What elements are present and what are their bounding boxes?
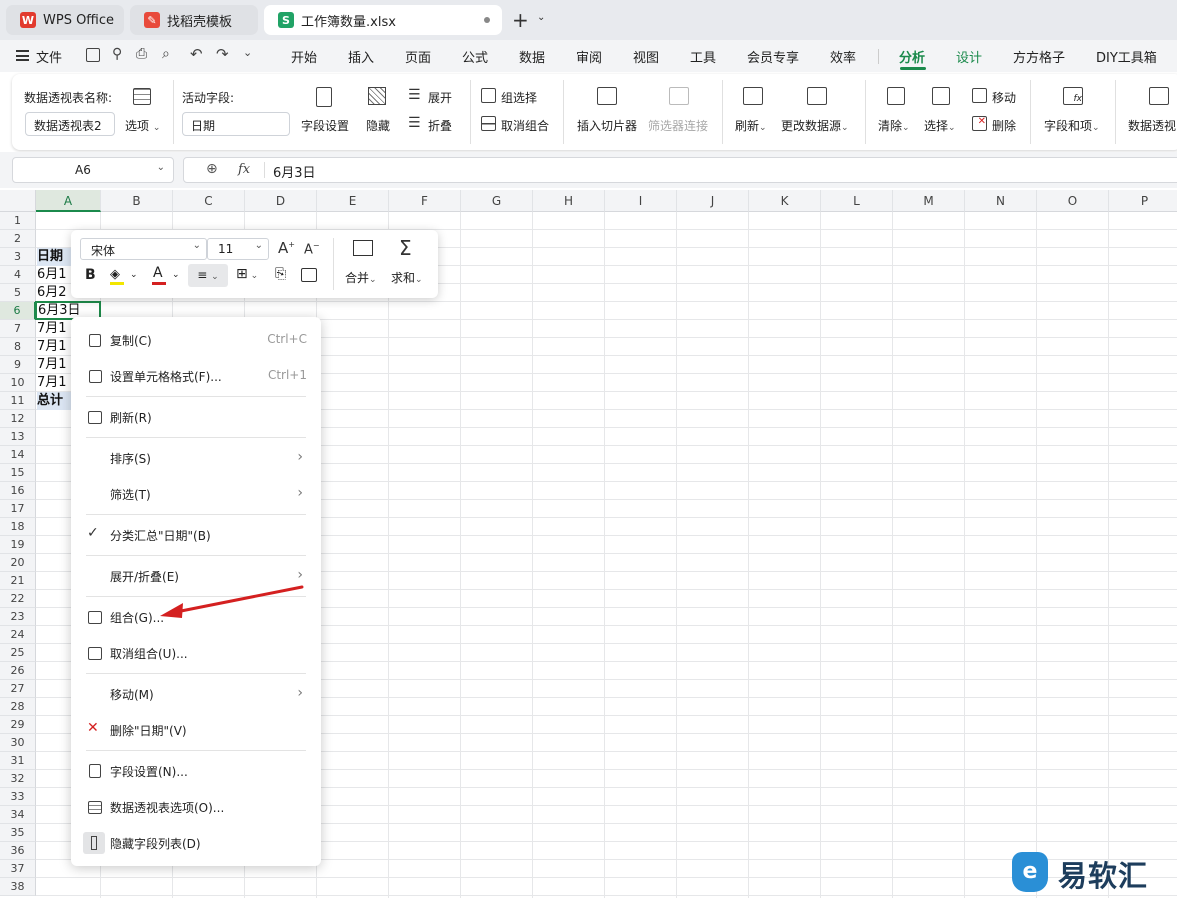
watermark-logo-icon: e — [1012, 852, 1048, 892]
annotation-arrow — [160, 585, 304, 618]
watermark-text: 易软汇 — [1058, 859, 1149, 893]
watermark: e 易软汇 — [1010, 850, 1170, 894]
